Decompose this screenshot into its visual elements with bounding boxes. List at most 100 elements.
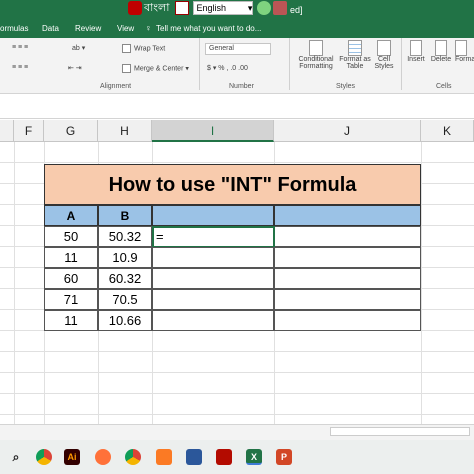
group-alignment: Alignment: [100, 83, 132, 90]
table-cell[interactable]: 11: [44, 247, 98, 268]
table-cell[interactable]: 71: [44, 289, 98, 310]
table-cell[interactable]: 50: [44, 226, 98, 247]
avro-icon[interactable]: [175, 1, 190, 15]
wrap-text-label: Wrap Text: [134, 45, 166, 53]
gridline: [14, 142, 15, 424]
insert-icon: [410, 40, 422, 56]
table-header-a[interactable]: A: [44, 205, 98, 226]
divider: [199, 38, 200, 90]
table-cell[interactable]: 70.5: [98, 289, 152, 310]
number-format-icons[interactable]: $ ▾ % , .0 .00: [207, 64, 248, 72]
insert-label: Insert: [407, 56, 425, 63]
tab-view[interactable]: View: [117, 24, 134, 33]
wrap-text-button[interactable]: Wrap Text: [122, 44, 165, 53]
taskbar: ⌕ Ai X P: [0, 440, 474, 474]
cell-styles-label-1: Cell: [377, 56, 391, 63]
table-header-b[interactable]: B: [98, 205, 152, 226]
table-cell[interactable]: [152, 268, 274, 289]
table-cell[interactable]: 11: [44, 310, 98, 331]
table-cell[interactable]: [274, 247, 421, 268]
column-header-k[interactable]: K: [421, 120, 474, 142]
cell-styles-button[interactable]: Cell Styles: [372, 40, 396, 70]
powerpoint-icon[interactable]: P: [276, 449, 292, 465]
ribbon: ≡ ≡ ≡ ≡ ≡ ≡ ab ▾ ⇤ ⇥ Wrap Text Merge & C…: [0, 38, 474, 94]
table-cell[interactable]: [274, 310, 421, 331]
lightbulb-icon: ♀: [145, 23, 152, 33]
xampp-icon[interactable]: [156, 449, 172, 465]
column-header-h[interactable]: H: [98, 120, 152, 142]
bangla-label: বাংলা: [144, 1, 170, 14]
title-bar: বাংলা English ▾ ed]: [0, 0, 474, 20]
align-top-icon[interactable]: ≡ ≡ ≡: [12, 44, 28, 51]
merge-icon: [122, 64, 131, 73]
conditional-label-2: Formatting: [299, 63, 333, 70]
group-cells: Cells: [436, 83, 452, 90]
number-format-select[interactable]: General: [205, 43, 271, 55]
formula-bar[interactable]: [0, 95, 474, 119]
gridline: [421, 142, 422, 424]
column-header-j[interactable]: J: [274, 120, 421, 142]
store-icon[interactable]: [186, 449, 202, 465]
wrap-text-icon: [122, 44, 131, 53]
chrome-icon[interactable]: [36, 449, 52, 465]
chrome-icon[interactable]: [125, 449, 141, 465]
table-cell[interactable]: [274, 268, 421, 289]
tell-me-search[interactable]: Tell me what you want to do...: [156, 24, 261, 33]
illustrator-icon[interactable]: Ai: [64, 449, 80, 465]
table-icon: [348, 40, 362, 56]
divider: [289, 38, 290, 90]
cell-styles-label-2: Styles: [374, 63, 394, 70]
firefox-icon[interactable]: [95, 449, 111, 465]
merge-center-label: Merge & Center: [134, 65, 184, 73]
number-format-value: General: [209, 45, 234, 52]
column-header-g[interactable]: G: [44, 120, 98, 142]
settings-icon[interactable]: [273, 1, 288, 15]
format-icon: [455, 40, 467, 56]
format-button[interactable]: Format: [455, 40, 474, 63]
cell-styles-icon: [377, 40, 391, 56]
tab-formulas[interactable]: ormulas: [0, 24, 28, 33]
keyboard-app-icon[interactable]: [128, 1, 142, 15]
conditional-formatting-button[interactable]: Conditional Formatting: [294, 40, 338, 70]
table-cell[interactable]: 50.32: [98, 226, 152, 247]
insert-button[interactable]: Insert: [405, 40, 427, 63]
table-cell[interactable]: [274, 289, 421, 310]
acrobat-icon[interactable]: [216, 449, 232, 465]
search-icon[interactable]: ⌕: [8, 449, 24, 465]
tab-review[interactable]: Review: [75, 24, 101, 33]
group-styles: Styles: [336, 83, 356, 90]
table-cell[interactable]: [152, 310, 274, 331]
chevron-down-icon: ▾: [247, 3, 253, 13]
active-cell-i[interactable]: =: [152, 226, 275, 248]
table-header-blank-j[interactable]: [274, 205, 421, 226]
excel-icon[interactable]: X: [246, 449, 262, 465]
indent-icon[interactable]: ⇤ ⇥: [68, 64, 82, 72]
column-header-i[interactable]: I: [152, 120, 274, 142]
column-header-partial[interactable]: [0, 120, 14, 142]
table-cell[interactable]: [152, 247, 274, 268]
orientation-icon[interactable]: ab ▾: [72, 44, 85, 52]
table-cell[interactable]: [274, 226, 421, 247]
column-headers: F G H I J K: [0, 120, 474, 142]
table-cell[interactable]: 10.9: [98, 247, 152, 268]
table-title[interactable]: How to use "INT" Formula: [44, 164, 421, 205]
table-header-blank-i[interactable]: [152, 205, 274, 226]
table-cell[interactable]: 10.66: [98, 310, 152, 331]
divider: [401, 38, 402, 90]
language-bar: বাংলা English ▾: [128, 0, 289, 16]
align-left-icon[interactable]: ≡ ≡ ≡: [12, 64, 28, 71]
delete-button[interactable]: Delete: [429, 40, 453, 63]
table-cell[interactable]: 60: [44, 268, 98, 289]
format-as-table-button[interactable]: Format as Table: [338, 40, 372, 70]
horizontal-scrollbar[interactable]: [330, 427, 470, 436]
table-cell[interactable]: [152, 289, 274, 310]
language-value: English: [196, 3, 226, 13]
ribbon-tabs: ormulas Data Review View ♀ Tell me what …: [0, 20, 474, 38]
language-select[interactable]: English ▾: [193, 1, 254, 15]
format-label: Format: [455, 56, 474, 63]
column-header-f[interactable]: F: [14, 120, 44, 142]
merge-center-button[interactable]: Merge & Center ▾: [122, 64, 189, 73]
table-cell[interactable]: 60.32: [98, 268, 152, 289]
tab-data[interactable]: Data: [42, 24, 59, 33]
globe-icon[interactable]: [257, 1, 272, 15]
